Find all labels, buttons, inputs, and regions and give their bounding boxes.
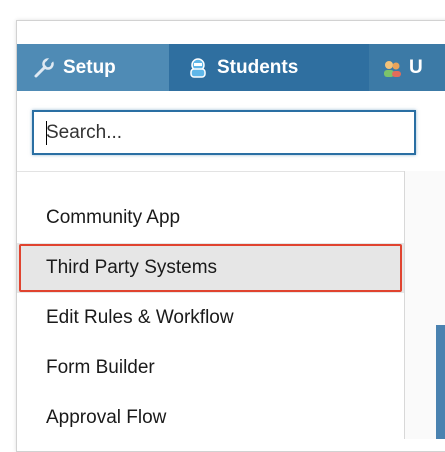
content-accent [436,325,445,439]
menu-item-edit-rules-workflow[interactable]: Edit Rules & Workflow [17,293,404,343]
menu-item-third-party-systems[interactable]: Third Party Systems [17,243,404,293]
student-icon [187,57,209,79]
menu-item-label: Approval Flow [46,407,167,428]
menu-item-label: Form Builder [46,357,155,378]
nav-tab-label: Setup [63,56,116,78]
menu-item-community-app[interactable]: Community App [17,193,404,243]
menu-item-label: Third Party Systems [46,257,218,278]
search-box [32,110,416,155]
nav-tab-setup[interactable]: Setup [17,44,169,91]
menu-item-label: Community App [46,207,181,228]
menu-item-form-builder[interactable]: Form Builder [17,343,404,393]
nav-tab-label: Students [217,56,299,78]
search-input[interactable] [34,112,414,153]
nav-tab-users[interactable]: U [369,44,445,91]
setup-menu: Community App Third Party Systems Edit R… [17,193,404,443]
wrench-icon [33,56,55,79]
text-caret [46,121,47,145]
nav-tab-students[interactable]: Students [169,44,369,91]
divider [17,171,445,172]
menu-item-label: Edit Rules & Workflow [46,307,234,328]
top-navigation-bar: Setup Students U [17,44,445,91]
menu-item-approval-flow[interactable]: Approval Flow [17,393,404,443]
vertical-divider [404,171,405,439]
nav-tab-label: U [409,56,423,78]
users-icon [381,57,403,79]
